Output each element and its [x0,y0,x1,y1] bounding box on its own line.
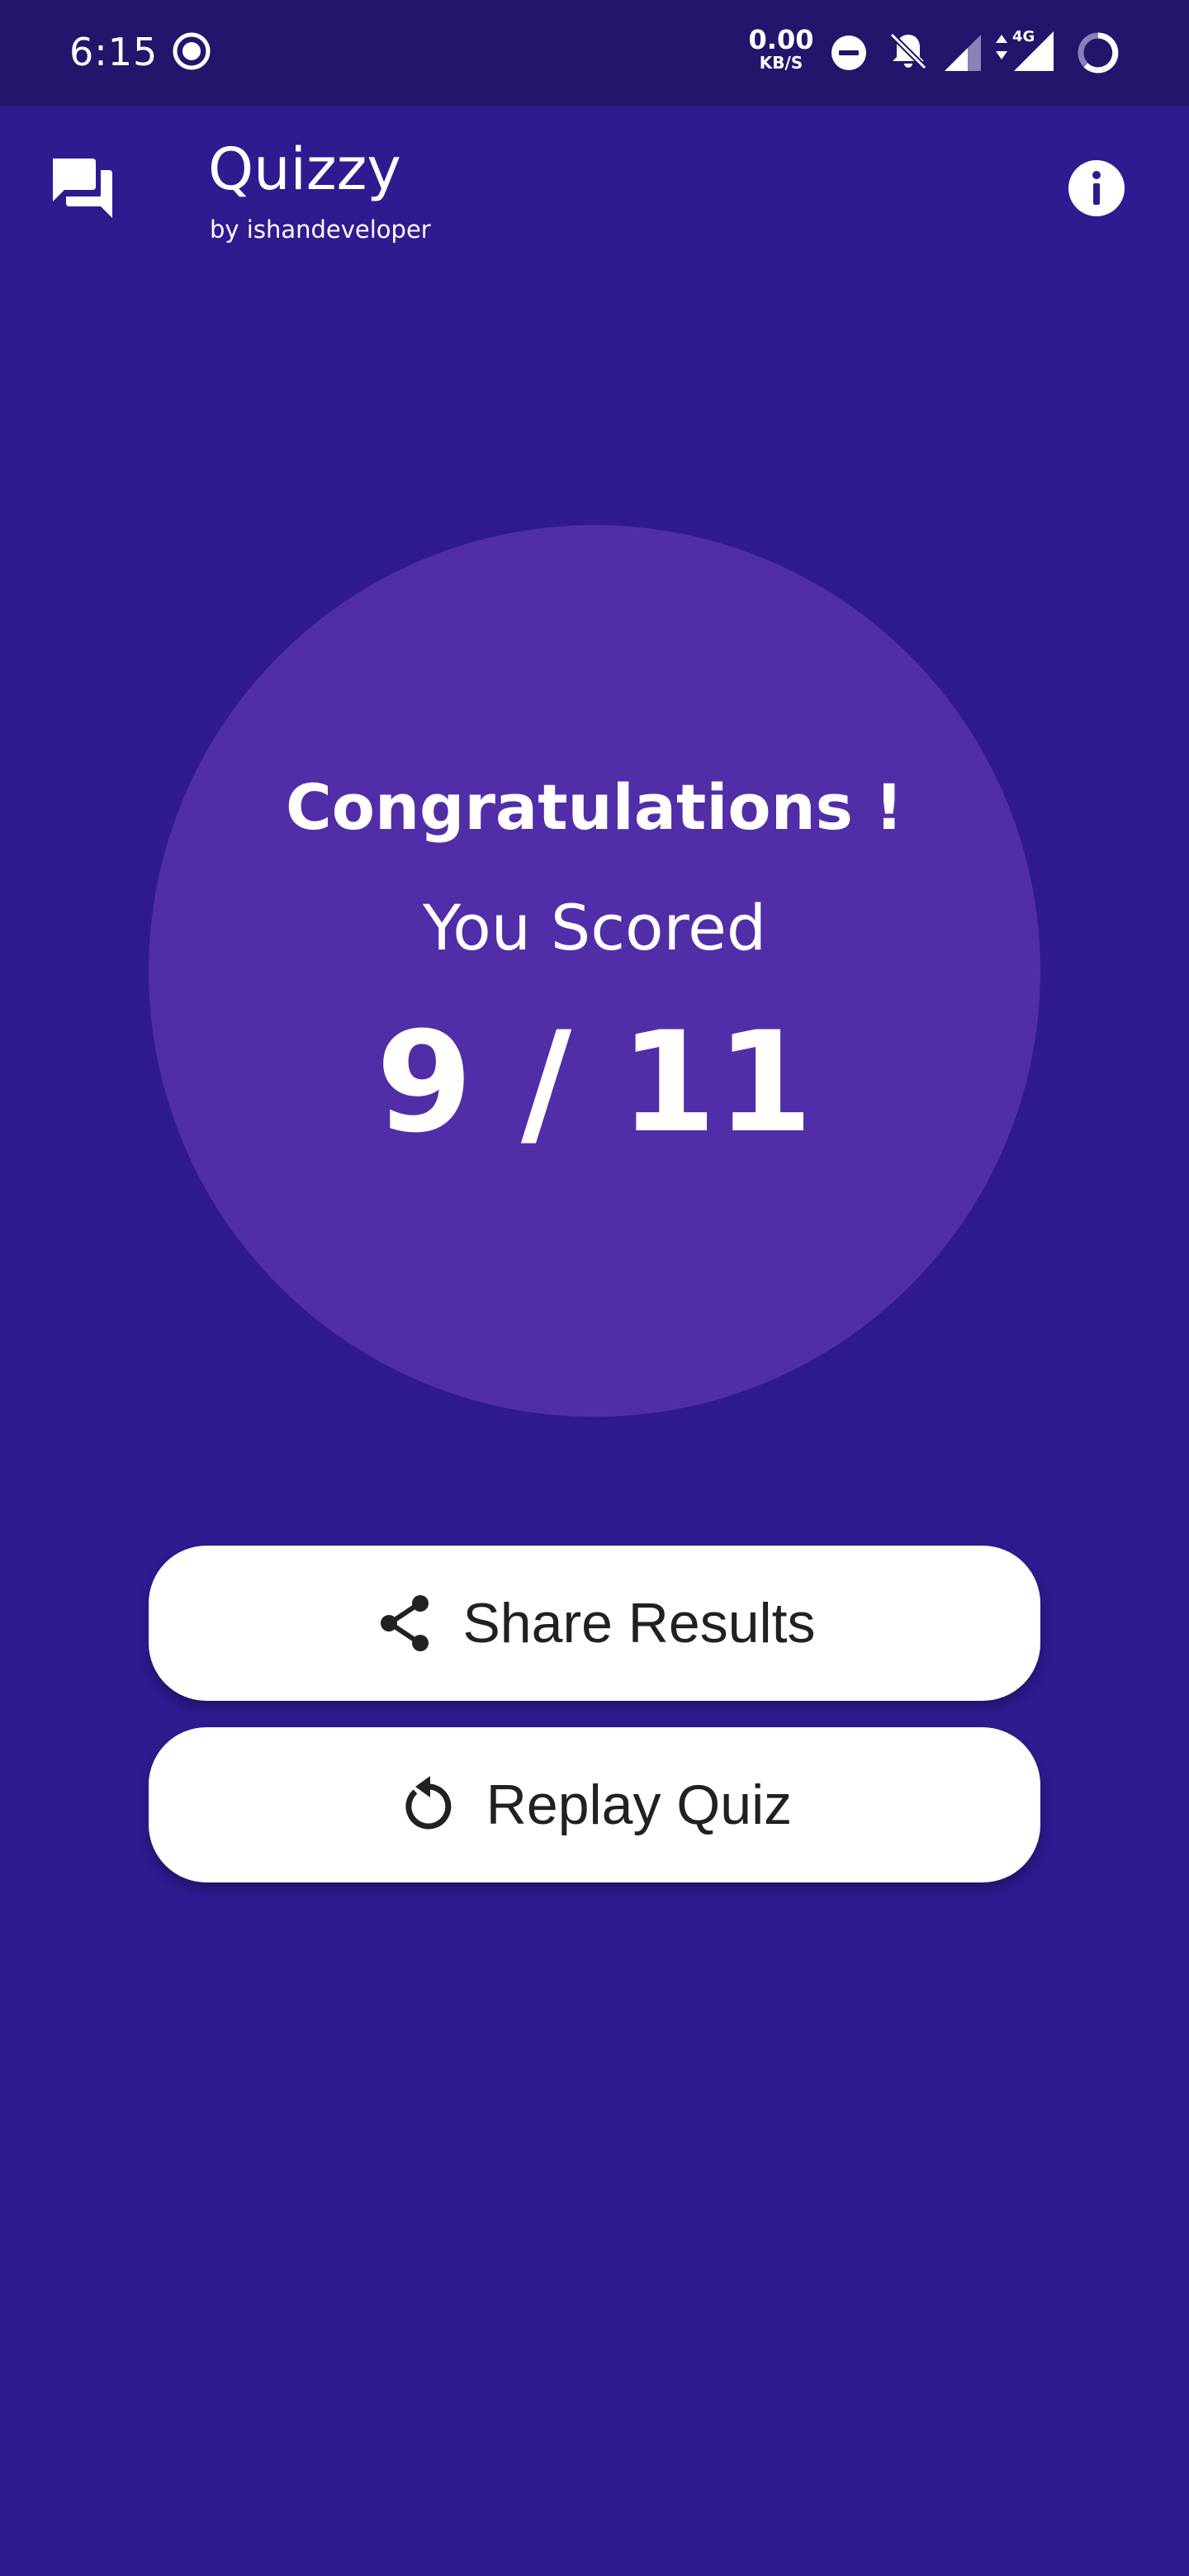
cell-signal-icon [945,35,981,71]
status-bar: 6:15 0.00 KB/S 4G [0,0,1189,106]
replay-quiz-button[interactable]: Replay Quiz [149,1727,1040,1882]
network-speed: 0.00 KB/S [748,26,814,71]
score-circle: Congratulations ! You Scored 9 / 11 [149,525,1040,1417]
data-transfer-icon [996,35,1007,59]
replay-icon [405,1776,452,1830]
congratulations-heading: Congratulations ! [285,770,904,844]
you-scored-label: You Scored [422,891,767,964]
status-time: 6:15 [69,30,159,74]
score-value: 9 / 11 [376,1002,813,1163]
notifications-off-icon [889,32,927,70]
share-results-button[interactable]: Share Results [149,1546,1040,1701]
battery-icon [1078,32,1119,73]
app-title: Quizzy [208,135,401,203]
network-type-label: 4G [1012,28,1035,45]
info-icon[interactable] [1065,157,1128,220]
replay-quiz-label: Replay Quiz [486,1773,793,1836]
network-speed-value: 0.00 [748,24,814,55]
signal-4g-icon: 4G [1012,28,1054,71]
share-icon [381,1595,429,1651]
screen-record-icon [173,32,211,70]
share-results-label: Share Results [462,1592,816,1655]
app-subtitle: by ishandeveloper [210,215,431,244]
do-not-disturb-icon [831,36,866,70]
chat-bubbles-icon[interactable] [48,154,116,221]
network-speed-unit: KB/S [759,53,803,73]
